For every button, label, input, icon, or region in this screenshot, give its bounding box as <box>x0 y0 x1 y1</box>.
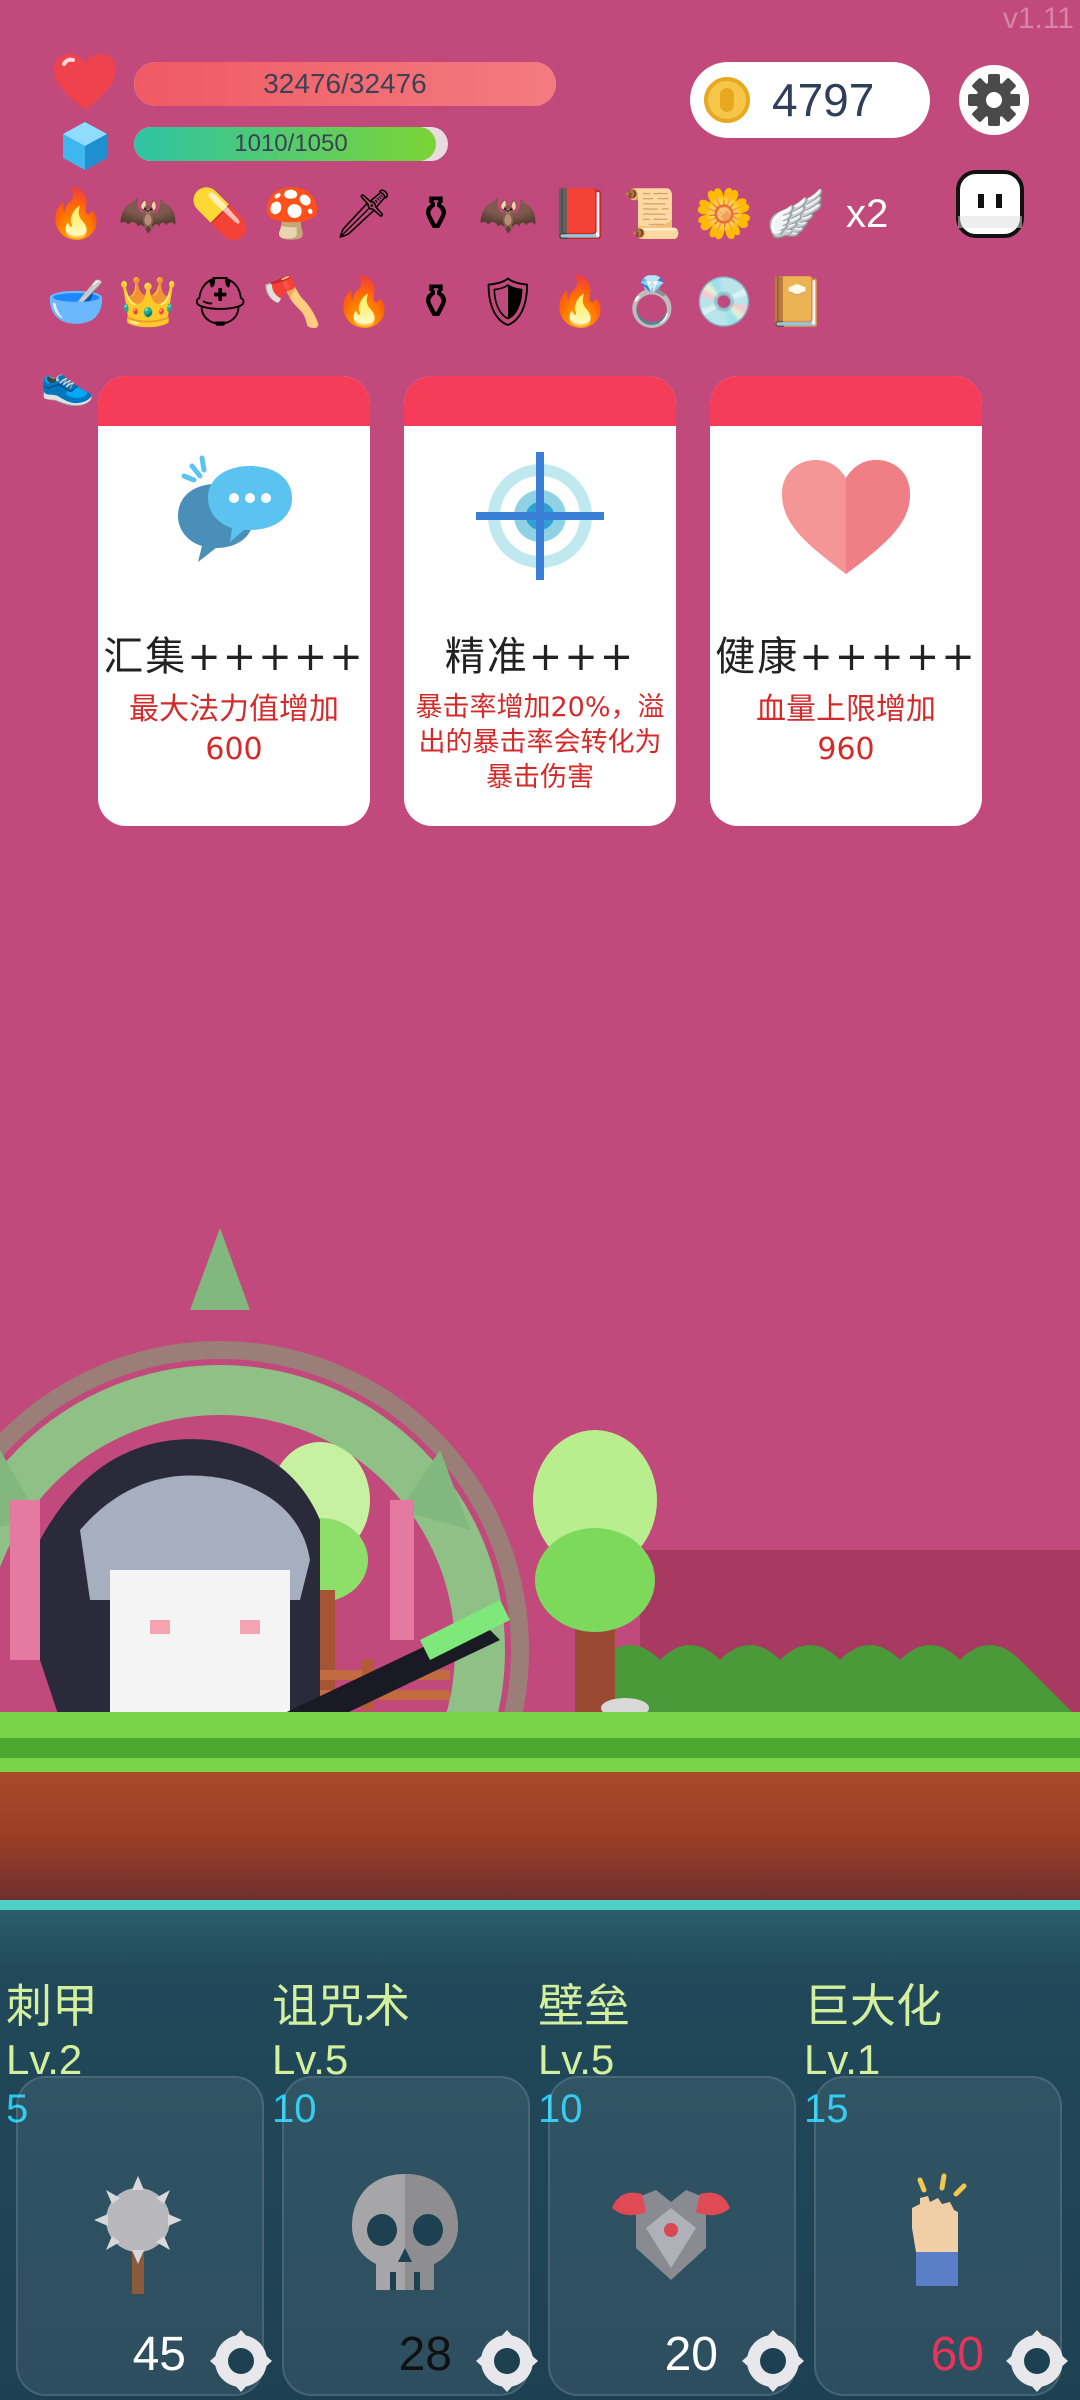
ground-grass-shade <box>0 1738 1080 1758</box>
disc-icon[interactable]: 💿 <box>688 266 760 338</box>
skull-icon <box>352 2174 458 2290</box>
fire-brazier-icon[interactable]: 🔥 <box>328 266 400 338</box>
choice-card-1[interactable]: 汇集+++++ 最大法力值增加600 <box>98 376 370 826</box>
choice-title: 健康+++++ <box>715 634 977 680</box>
coin-count: 4797 <box>772 74 875 126</box>
choice-title: 汇集+++++ <box>103 634 365 680</box>
skill-name: 壁垒 <box>538 1979 630 2033</box>
inventory-row-2: 🥣 👑 ⛑ 🪓 🔥 ⚱ 🛡 🔥 💍 💿 📔 <box>40 266 832 338</box>
card-header <box>404 376 676 426</box>
chat-bubble-icon <box>178 455 292 562</box>
heart-icon <box>54 54 116 110</box>
choice-desc: 血量上限增加960 <box>756 692 936 767</box>
saw-blade-icon <box>476 2330 538 2392</box>
fire-brazier-icon[interactable]: 🔥 <box>40 178 112 250</box>
bat-icon[interactable]: 🦇 <box>472 178 544 250</box>
crosshair-icon <box>476 452 604 580</box>
mushroom-icon[interactable]: 🍄 <box>256 178 328 250</box>
skill-price: 20 <box>664 2328 718 2381</box>
skill-price: 28 <box>398 2328 452 2381</box>
hp-text: 32476/32476 <box>263 68 427 99</box>
mp-bar: 1010/1050 <box>134 127 448 161</box>
skull-book-icon[interactable]: 📕 <box>544 178 616 250</box>
card-header <box>98 376 370 426</box>
heart-icon <box>782 460 910 574</box>
mp-text: 1010/1050 <box>234 130 348 157</box>
fire-brazier-icon[interactable]: 🔥 <box>544 266 616 338</box>
spell-book-icon[interactable]: 📔 <box>760 266 832 338</box>
knight-helmet-icon[interactable]: ⛑ <box>184 266 256 338</box>
choice-desc: 最大法力值增加600 <box>129 692 339 767</box>
hp-bar: 32476/32476 <box>134 62 556 106</box>
skill-price: 45 <box>132 2328 186 2381</box>
ring-icon[interactable]: 💍 <box>616 266 688 338</box>
sword-icon[interactable]: 🗡 <box>328 178 400 250</box>
saw-blade-icon <box>742 2330 804 2392</box>
item-multiplier: x2 <box>846 191 889 236</box>
version-label: v1.11 <box>1002 2 1074 35</box>
fist-icon <box>912 2173 967 2286</box>
axe-icon[interactable]: 🪓 <box>256 266 328 338</box>
ground-dirt <box>0 1772 1080 1902</box>
armor-icon[interactable]: 🛡 <box>472 266 544 338</box>
saw-blade-icon <box>210 2330 272 2392</box>
choice-desc: 暴击率增加20%，溢出的暴击率会转化为暴击伤害 <box>415 692 665 793</box>
inventory-row-1: 🔥 🦇 💊 🍄 🗡 ⚱ 🦇 📕 📜 🌼 🪽 x2 <box>40 178 888 250</box>
saw-blade-icon <box>1006 2330 1068 2392</box>
coin-counter: 4797 <box>690 62 930 138</box>
mana-crystal-icon <box>63 122 107 170</box>
choice-title: 精准+++ <box>444 634 636 680</box>
cauldron-icon[interactable]: ⚱ <box>400 178 472 250</box>
choice-card-2[interactable]: 精准+++ 暴击率增加20%，溢出的暴击率会转化为暴击伤害 <box>404 376 676 826</box>
skill-price: 60 <box>930 2328 984 2381</box>
armor-icon <box>612 2190 730 2280</box>
choice-card-3[interactable]: 健康+++++ 血量上限增加960 <box>710 376 982 826</box>
card-header <box>710 376 982 426</box>
skill-name: 巨大化 <box>804 1979 942 2033</box>
wing-icon[interactable]: 🪽 <box>760 178 832 250</box>
pill-icon[interactable]: 💊 <box>184 178 256 250</box>
crown-icon[interactable]: 👑 <box>112 266 184 338</box>
spiked-mace-icon <box>94 2176 182 2294</box>
skill-name: 刺甲 <box>6 1979 98 2033</box>
bat-icon[interactable]: 🦇 <box>112 178 184 250</box>
flower-icon[interactable]: 🌼 <box>688 178 760 250</box>
scroll-icon[interactable]: 📜 <box>616 178 688 250</box>
ghost-icon[interactable] <box>954 168 1026 240</box>
skill-name: 诅咒术 <box>272 1979 410 2033</box>
settings-gear-icon[interactable] <box>958 64 1030 136</box>
mortar-icon[interactable]: 🥣 <box>40 266 112 338</box>
coin-icon <box>704 77 750 123</box>
cauldron-icon[interactable]: ⚱ <box>400 266 472 338</box>
